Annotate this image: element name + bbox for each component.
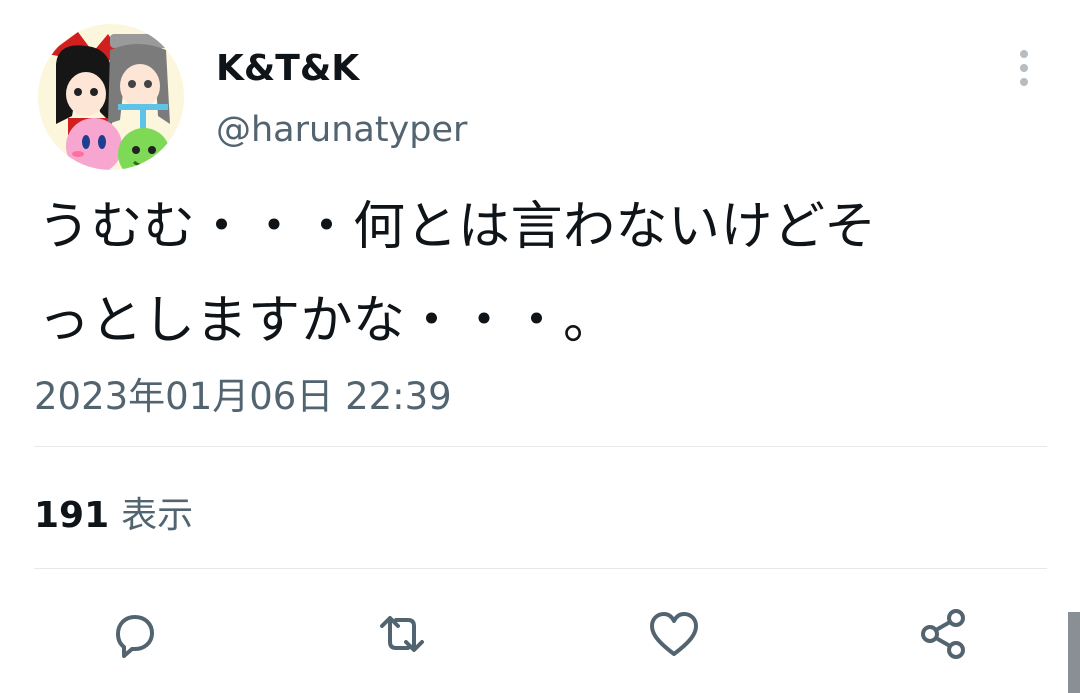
views-count: 191 [34,495,110,536]
avatar-image [38,24,184,170]
tweet-detail: K&T&K @harunatyper うむむ・・・何とは言わないけどそ っとしま… [0,0,1080,693]
username-handle[interactable]: @harunatyper [216,110,467,150]
views-stat[interactable]: 191 表示 [34,486,193,538]
divider [34,446,1047,447]
reply-icon [116,615,154,658]
heart-icon [650,612,698,656]
scrollbar[interactable] [1068,612,1080,693]
avatar[interactable] [38,24,184,170]
display-name[interactable]: K&T&K [216,48,359,89]
share-icon [921,609,965,659]
share-button[interactable] [914,604,974,664]
tweet-timestamp[interactable]: 2023年01月06日 22:39 [34,366,452,420]
tweet-text: うむむ・・・何とは言わないけどそ っとしますかな・・・。 [38,197,877,351]
retweet-icon [380,616,424,652]
divider [34,568,1047,569]
more-vertical-icon [1020,50,1028,86]
more-options-button[interactable] [1006,46,1042,92]
views-label: 表示 [121,495,194,536]
retweet-button[interactable] [372,604,432,664]
reply-button[interactable] [104,604,164,664]
like-button[interactable] [644,604,704,664]
